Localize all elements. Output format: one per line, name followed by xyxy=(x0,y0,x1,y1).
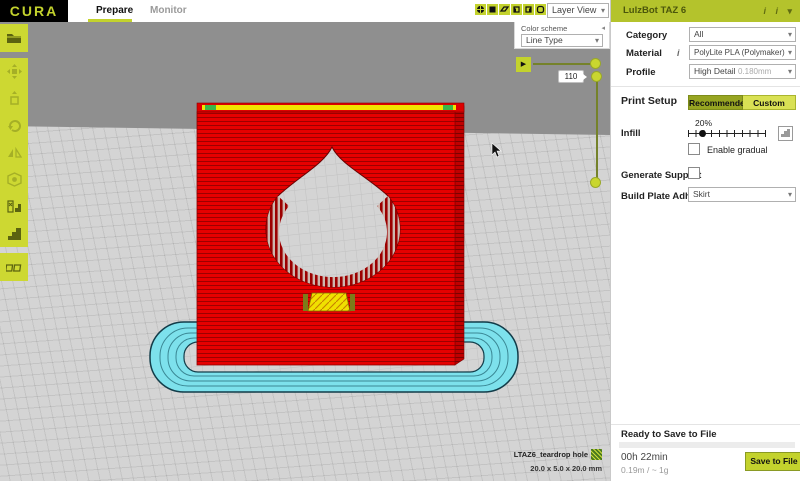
move-tool-button[interactable] xyxy=(0,58,28,85)
chevron-down-icon: ▾ xyxy=(595,35,599,47)
layer-slider-track[interactable] xyxy=(596,76,598,183)
material-value: PolyLite PLA (Polymaker) xyxy=(694,48,785,57)
infill-value: 20% xyxy=(695,118,712,128)
mode-recommended-button[interactable]: Recommended xyxy=(688,95,743,110)
adhesion-dropdown[interactable]: Skirt ▾ xyxy=(688,187,796,202)
enable-gradual-checkbox[interactable] xyxy=(688,143,700,155)
profile-label: Profile xyxy=(626,67,656,78)
open-file-button[interactable] xyxy=(0,24,28,52)
mode-custom-button[interactable]: Custom xyxy=(743,95,796,110)
mirror-tool-button[interactable] xyxy=(0,139,28,166)
scale-tool-button[interactable] xyxy=(0,85,28,112)
print-setup-label: Print Setup xyxy=(621,95,677,107)
slice-progress-bar xyxy=(619,442,795,448)
hole-bottom-skin xyxy=(308,293,350,311)
material-label: Material xyxy=(626,48,662,59)
generate-support-checkbox[interactable] xyxy=(688,167,700,179)
per-model-settings-icon xyxy=(7,172,22,187)
view-mode-dropdown[interactable]: Layer View ▾ xyxy=(547,3,609,18)
view-top-icon[interactable] xyxy=(499,4,510,15)
merge-models-icon xyxy=(6,262,23,273)
category-label: Category xyxy=(626,30,667,41)
rotate-icon xyxy=(7,118,22,133)
model-name-label: LTAZ6_teardrop hole xyxy=(514,450,588,459)
layer-slider-top-handle[interactable] xyxy=(591,71,602,82)
collapse-panel-icon[interactable]: ◂ xyxy=(601,24,605,32)
gradual-infill-button[interactable] xyxy=(778,126,793,141)
chevron-down-icon: ▾ xyxy=(788,46,792,60)
model-dimensions-label: 20.0 x 5.0 x 20.0 mm xyxy=(530,464,602,473)
simulation-slider-track[interactable] xyxy=(533,63,595,65)
color-scheme-label: Color scheme xyxy=(521,24,567,33)
print-time: 00h 22min xyxy=(621,452,668,463)
mirror-icon xyxy=(7,145,22,160)
view-right-icon[interactable] xyxy=(523,4,534,15)
rotate-tool-button[interactable] xyxy=(0,112,28,139)
per-model-settings-button[interactable] xyxy=(0,166,28,193)
top-bar: CURA Prepare Monitor Layer View ▾ xyxy=(0,0,610,22)
layer-number-tooltip: 110 xyxy=(558,70,584,83)
printer-info-icon[interactable]: i xyxy=(763,0,766,22)
viewport-3d[interactable]: Color scheme ◂ Line Type ▾ ▶ 110 LTAZ6_t… xyxy=(0,22,610,481)
support-blocker-button[interactable] xyxy=(0,193,28,220)
layer-stairs-button[interactable] xyxy=(0,220,28,247)
inner-wall-right xyxy=(443,105,453,110)
enable-gradual-label: Enable gradual xyxy=(707,145,768,155)
open-file-icon xyxy=(6,32,22,44)
status-text: Ready to Save to File xyxy=(621,429,717,440)
move-icon xyxy=(7,64,22,79)
chevron-down-icon: ▾ xyxy=(788,65,792,79)
top-skin xyxy=(202,105,456,110)
color-scheme-panel: Color scheme ◂ Line Type ▾ xyxy=(514,22,610,49)
play-simulation-button[interactable]: ▶ xyxy=(516,57,531,72)
view-3d-icon[interactable] xyxy=(475,4,486,15)
tab-monitor[interactable]: Monitor xyxy=(150,0,187,22)
model-teardrop-block xyxy=(197,103,464,365)
gradual-infill-icon xyxy=(779,127,792,140)
chevron-down-icon: ▾ xyxy=(788,188,792,202)
settings-panel: LulzBot TAZ 6 i i ▾ Category All ▾ Mater… xyxy=(610,0,800,481)
printer-chevron-down-icon[interactable]: ▾ xyxy=(787,0,792,22)
support-blocker-icon xyxy=(7,199,22,214)
view-left-icon[interactable] xyxy=(511,4,522,15)
merge-models-button[interactable] xyxy=(0,253,28,281)
inner-wall-left xyxy=(205,105,216,110)
profile-value: High Detail xyxy=(694,66,736,76)
color-scheme-value: Line Type xyxy=(526,35,563,45)
profile-detail: 0.180mm xyxy=(738,67,771,76)
material-dropdown[interactable]: PolyLite PLA (Polymaker) ▾ xyxy=(689,45,796,60)
view-front-icon[interactable] xyxy=(487,4,498,15)
infill-slider-handle[interactable] xyxy=(699,130,706,137)
printer-info2-icon[interactable]: i xyxy=(775,0,778,22)
printer-name: LulzBot TAZ 6 xyxy=(623,0,686,22)
adhesion-value: Skirt xyxy=(693,189,710,199)
mouse-cursor xyxy=(492,143,501,157)
scale-icon xyxy=(7,91,22,106)
printer-header[interactable]: LulzBot TAZ 6 i i ▾ xyxy=(611,0,800,22)
cura-window: CURA Prepare Monitor Layer View ▾ xyxy=(0,0,800,481)
material-info-icon[interactable]: i xyxy=(677,48,680,58)
simulation-slider-handle[interactable] xyxy=(590,58,601,69)
category-dropdown[interactable]: All ▾ xyxy=(689,27,796,42)
chevron-down-icon: ▾ xyxy=(601,4,605,18)
cura-logo: CURA xyxy=(0,0,68,22)
view-mode-value: Layer View xyxy=(552,5,596,15)
profile-dropdown[interactable]: High Detail 0.180mm ▾ xyxy=(689,64,796,79)
save-to-file-button[interactable]: Save to File xyxy=(745,452,800,471)
layer-slider-bottom-handle[interactable] xyxy=(590,177,601,188)
edit-model-icon[interactable] xyxy=(591,449,602,460)
infill-label: Infill xyxy=(621,128,641,139)
stairs-icon xyxy=(7,226,22,241)
sliced-model-scene xyxy=(0,22,610,481)
color-scheme-dropdown[interactable]: Line Type ▾ xyxy=(521,34,603,47)
material-usage: 0.19m / ~ 1g xyxy=(621,465,669,475)
view-perspective-icon[interactable] xyxy=(535,4,546,15)
category-value: All xyxy=(694,29,703,39)
chevron-down-icon: ▾ xyxy=(788,28,792,42)
